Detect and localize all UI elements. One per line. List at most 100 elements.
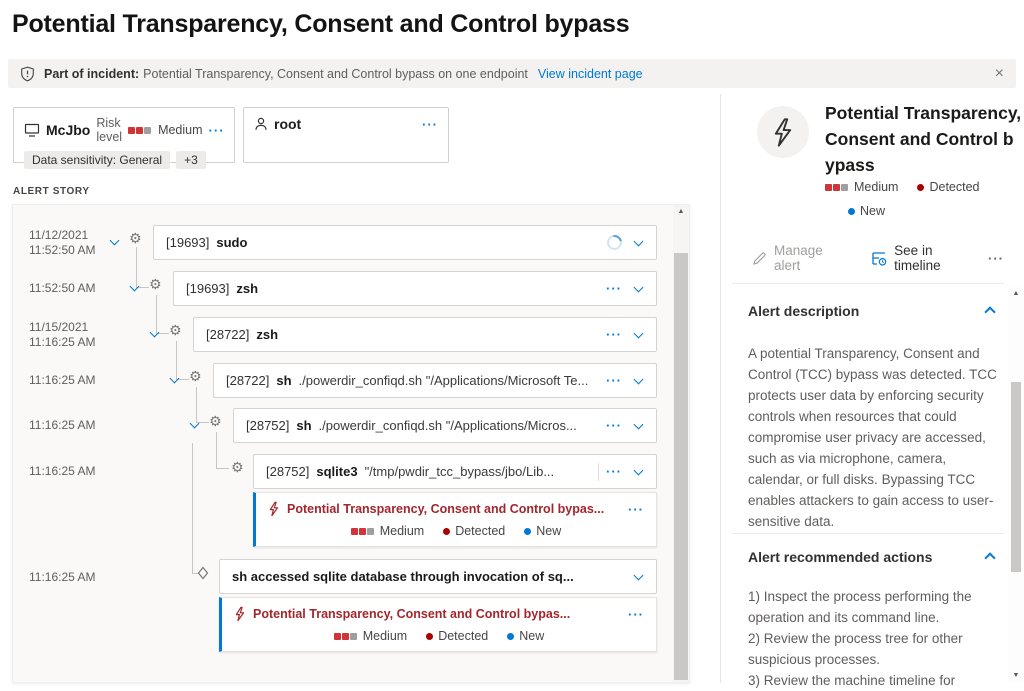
more-options-button[interactable]: ··· bbox=[209, 123, 225, 138]
panel-divider bbox=[720, 94, 721, 683]
more-tags-chip[interactable]: +3 bbox=[176, 151, 206, 169]
new-dot bbox=[524, 528, 531, 535]
risk-level-value: Medium bbox=[158, 123, 202, 137]
detection-status: Detected bbox=[438, 629, 488, 643]
severity-label: Medium bbox=[380, 524, 424, 538]
chevron-up-icon[interactable] bbox=[984, 552, 995, 563]
chevron-down-icon[interactable] bbox=[634, 236, 644, 246]
detection-status: Detected bbox=[929, 180, 979, 194]
banner-text: Potential Transparency, Consent and Cont… bbox=[143, 67, 528, 81]
tree-connector bbox=[176, 341, 189, 380]
scroll-up-icon[interactable]: ▲ bbox=[1008, 287, 1024, 301]
row-timestamp: 11/12/2021 11:52:50 AM bbox=[29, 228, 96, 258]
more-options-button[interactable]: ··· bbox=[628, 607, 644, 622]
tree-connector bbox=[196, 387, 209, 423]
chevron-down-icon[interactable] bbox=[634, 282, 644, 292]
banner-label: Part of incident: bbox=[44, 67, 139, 81]
severity-squares bbox=[334, 633, 358, 640]
alert-card[interactable]: Potential Transparency, Consent and Cont… bbox=[253, 492, 657, 547]
alert-story-panel: 11/12/2021 11:52:50 AM ⚙ [19693] sudo 11… bbox=[12, 204, 690, 683]
chevron-down-icon[interactable] bbox=[634, 328, 644, 338]
chevron-down-icon[interactable] bbox=[634, 419, 644, 429]
alert-description-heading: Alert description bbox=[748, 303, 859, 319]
chevron-down-icon[interactable] bbox=[110, 236, 120, 246]
machine-card[interactable]: McJbo Risk level Medium ··· Data sensiti… bbox=[13, 107, 235, 163]
process-node-zsh[interactable]: [19693] zsh ··· bbox=[173, 271, 657, 306]
chevron-down-icon[interactable] bbox=[634, 374, 644, 384]
chevron-down-icon[interactable] bbox=[634, 570, 644, 580]
row-timestamp: 11/15/2021 11:16:25 AM bbox=[29, 320, 96, 350]
severity-squares bbox=[128, 127, 152, 134]
more-options-button[interactable]: ··· bbox=[606, 373, 622, 388]
process-node-sh2[interactable]: [28752] sh ./powerdir_confiqd.sh "/Appli… bbox=[233, 408, 657, 443]
alert-title: Potential Transparency, Consent and Cont… bbox=[825, 100, 1024, 178]
more-options-button[interactable]: ··· bbox=[606, 281, 622, 296]
bolt-icon bbox=[771, 118, 795, 147]
more-options-button[interactable]: ··· bbox=[988, 251, 1004, 266]
manage-alert-button[interactable]: Manage alert bbox=[774, 243, 851, 273]
tree-connector bbox=[156, 295, 169, 334]
row-timestamp: 11:16:25 AM bbox=[29, 464, 96, 479]
alert-story-label: ALERT STORY bbox=[13, 186, 90, 197]
new-dot bbox=[507, 633, 514, 640]
gear-icon[interactable]: ⚙ bbox=[149, 278, 162, 292]
more-options-button[interactable]: ··· bbox=[606, 418, 622, 433]
detection-status: Detected bbox=[455, 524, 505, 538]
event-node[interactable]: sh accessed sqlite database through invo… bbox=[219, 559, 657, 594]
row-timestamp: 11:16:25 AM bbox=[29, 418, 96, 433]
machine-name[interactable]: McJbo bbox=[46, 122, 90, 138]
data-sensitivity-tag[interactable]: Data sensitivity: General bbox=[24, 151, 170, 169]
tree-connector bbox=[216, 432, 229, 469]
process-node-sqlite3[interactable]: [28752] sqlite3 "/tmp/pwdir_tcc_bypass/j… bbox=[253, 454, 657, 489]
severity-label: Medium bbox=[363, 629, 407, 643]
alert-status-row: Medium Detected New bbox=[825, 180, 1024, 218]
gear-icon[interactable]: ⚙ bbox=[169, 324, 182, 338]
chevron-up-icon[interactable] bbox=[984, 306, 995, 317]
more-options-button[interactable]: ··· bbox=[628, 502, 644, 517]
event-icon[interactable] bbox=[197, 566, 209, 580]
alert-state: New bbox=[536, 524, 561, 538]
close-icon[interactable]: × bbox=[995, 66, 1004, 82]
alert-card[interactable]: Potential Transparency, Consent and Cont… bbox=[219, 597, 657, 652]
scrollbar-thumb[interactable] bbox=[1011, 382, 1021, 572]
divider bbox=[732, 533, 1004, 534]
tree-connector bbox=[192, 443, 198, 574]
scrollbar-thumb[interactable] bbox=[674, 253, 688, 680]
tree-connector bbox=[136, 247, 149, 288]
user-card[interactable]: root ··· bbox=[243, 107, 449, 163]
alert-recommended-actions-body: 1) Inspect the process performing the op… bbox=[748, 586, 1004, 691]
scrollbar[interactable]: ▲ ▼ bbox=[1008, 287, 1024, 683]
computer-icon bbox=[24, 123, 40, 137]
loading-spinner bbox=[604, 232, 625, 253]
gear-icon[interactable]: ⚙ bbox=[209, 415, 222, 429]
chevron-down-icon[interactable] bbox=[634, 465, 644, 475]
see-in-timeline-button[interactable]: See in timeline bbox=[894, 243, 981, 273]
risk-level-label: Risk level bbox=[96, 116, 122, 144]
view-incident-page-link[interactable]: View incident page bbox=[538, 67, 643, 81]
more-options-button[interactable]: ··· bbox=[606, 464, 622, 479]
page-title: Potential Transparency, Consent and Cont… bbox=[12, 10, 629, 39]
alert-bolt-icon bbox=[234, 606, 246, 622]
scroll-up-icon[interactable]: ▲ bbox=[673, 205, 689, 219]
alert-recommended-actions-heading: Alert recommended actions bbox=[748, 549, 932, 565]
shield-alert-icon bbox=[20, 66, 35, 82]
gear-icon[interactable]: ⚙ bbox=[129, 232, 142, 246]
user-name[interactable]: root bbox=[274, 116, 301, 132]
process-node-zsh2[interactable]: [28722] zsh ··· bbox=[193, 317, 657, 352]
gear-icon[interactable]: ⚙ bbox=[189, 370, 202, 384]
detected-dot bbox=[917, 184, 924, 191]
scrollbar[interactable]: ▲ bbox=[673, 205, 689, 682]
row-timestamp: 11:16:25 AM bbox=[29, 373, 96, 388]
more-options-button[interactable]: ··· bbox=[422, 117, 438, 132]
more-options-button[interactable]: ··· bbox=[606, 327, 622, 342]
gear-icon[interactable]: ⚙ bbox=[231, 461, 244, 475]
process-node-sudo[interactable]: [19693] sudo bbox=[153, 225, 657, 260]
alert-type-badge bbox=[757, 106, 809, 158]
severity-squares bbox=[825, 184, 849, 191]
process-node-sh[interactable]: [28722] sh ./powerdir_confiqd.sh "/Appli… bbox=[213, 363, 657, 398]
scroll-down-icon[interactable]: ▼ bbox=[1008, 669, 1024, 683]
row-timestamp: 11:52:50 AM bbox=[29, 281, 96, 296]
detected-dot bbox=[443, 528, 450, 535]
alert-state: New bbox=[860, 204, 885, 218]
divider bbox=[598, 463, 599, 481]
